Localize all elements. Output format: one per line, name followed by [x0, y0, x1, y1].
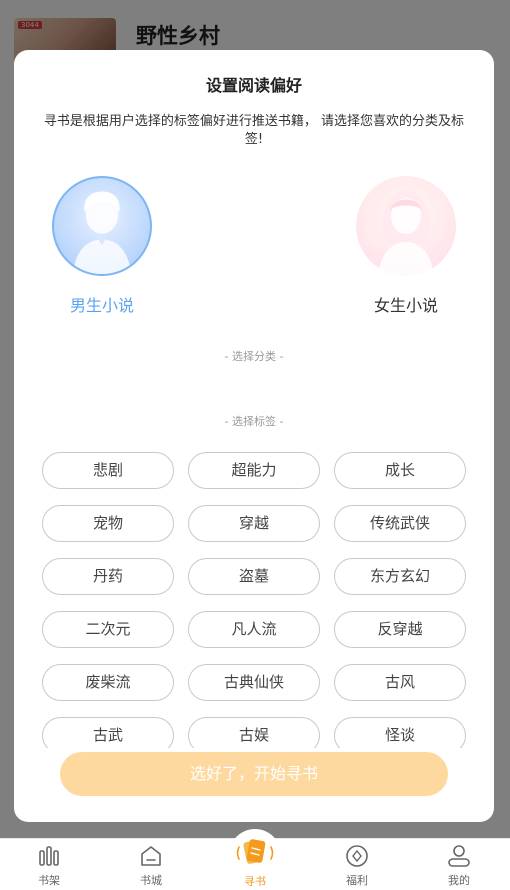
bottom-tab-bar: 书架 书城 寻书 福利 我的	[0, 829, 510, 890]
tag-chip[interactable]: 二次元	[42, 611, 174, 648]
tab-label: 我的	[448, 874, 470, 887]
tag-chip[interactable]: 古典仙侠	[188, 664, 320, 701]
tag-chip[interactable]: 穿越	[188, 505, 320, 542]
tag-chip[interactable]: 古风	[334, 664, 466, 701]
tag-chip[interactable]: 反穿越	[334, 611, 466, 648]
male-avatar-icon[interactable]	[52, 176, 152, 276]
female-avatar-icon[interactable]	[356, 176, 456, 276]
tab-label: 寻书	[244, 875, 266, 888]
tag-chip[interactable]: 超能力	[188, 452, 320, 489]
tab-label: 书城	[140, 874, 162, 887]
tag-chip[interactable]: 悲剧	[42, 452, 174, 489]
dialog-description: 寻书是根据用户选择的标签偏好进行推送书籍， 请选择您喜欢的分类及标签!	[43, 114, 465, 147]
tag-chip[interactable]: 东方玄幻	[334, 558, 466, 595]
tag-chip[interactable]: 盗墓	[188, 558, 320, 595]
tag-chip[interactable]: 废柴流	[42, 664, 174, 701]
female-novel-label: 女生小说	[373, 296, 438, 315]
dialog-title: 设置阅读偏好	[205, 76, 302, 95]
tab-find-book[interactable]: 寻书	[220, 839, 290, 890]
tag-chip[interactable]: 古娱	[188, 717, 320, 748]
find-book-icon	[236, 839, 274, 864]
bookshelf-icon	[39, 846, 59, 866]
reading-preference-dialog: 设置阅读偏好 寻书是根据用户选择的标签偏好进行推送书籍， 请选择您喜欢的分类及标…	[14, 50, 494, 822]
tab-profile[interactable]: 我的	[424, 839, 494, 890]
tab-welfare[interactable]: 福利	[322, 839, 392, 890]
tag-grid: 悲剧 超能力 成长 宠物 穿越 传统武侠 丹药 盗墓 东方玄幻 二次元 凡人流 …	[42, 452, 466, 748]
tag-chip[interactable]: 怪谈	[334, 717, 466, 748]
tab-label: 书架	[38, 874, 60, 887]
gender-option-female[interactable]: 女生小说	[346, 176, 466, 316]
tag-chip[interactable]: 凡人流	[188, 611, 320, 648]
tag-chip[interactable]: 宠物	[42, 505, 174, 542]
gender-option-male[interactable]: 男生小说	[42, 176, 162, 316]
male-novel-label: 男生小说	[69, 296, 134, 315]
tab-label: 福利	[346, 874, 368, 887]
tag-chip[interactable]: 成长	[334, 452, 466, 489]
welfare-icon	[346, 845, 368, 867]
tab-bookstore[interactable]: 书城	[116, 839, 186, 890]
category-section-label: - 选择分类 -	[224, 350, 284, 363]
tag-list[interactable]: 悲剧 超能力 成长 宠物 穿越 传统武侠 丹药 盗墓 东方玄幻 二次元 凡人流 …	[42, 452, 466, 748]
tag-chip[interactable]: 丹药	[42, 558, 174, 595]
tag-section-label: - 选择标签 -	[224, 415, 284, 428]
tab-bookshelf[interactable]: 书架	[14, 839, 84, 890]
tag-chip[interactable]: 传统武侠	[334, 505, 466, 542]
bookstore-icon	[141, 846, 161, 866]
profile-icon	[448, 845, 470, 867]
tag-chip[interactable]: 古武	[42, 717, 174, 748]
start-finding-button[interactable]: 选好了，开始寻书	[60, 752, 448, 796]
